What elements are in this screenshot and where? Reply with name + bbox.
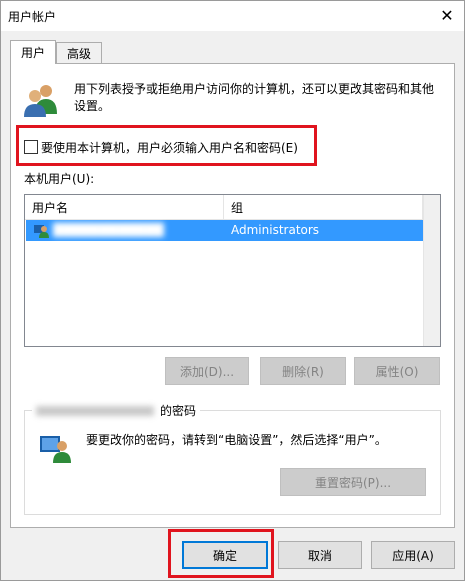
column-header-group[interactable]: 组 (224, 195, 423, 220)
apply-label: 应用(A) (392, 548, 434, 563)
close-button[interactable]: ✕ (430, 1, 464, 29)
title-bar (1, 1, 464, 31)
reset-password-button[interactable]: 重置密码(P)... (280, 468, 426, 496)
remove-user-label: 删除(R) (282, 364, 324, 379)
tab-users[interactable]: 用户 (10, 40, 56, 64)
password-group-title: 的密码 (32, 402, 201, 419)
cancel-label: 取消 (307, 548, 332, 563)
user-icon (33, 222, 49, 238)
users-icon (22, 82, 62, 118)
list-header: 用户名 组 (25, 195, 423, 220)
column-username-label: 用户名 (32, 201, 69, 215)
properties-label: 属性(O) (375, 364, 419, 379)
row-username: ████████████ (53, 223, 164, 237)
tab-advanced[interactable]: 高级 (56, 42, 102, 64)
password-user-icon (38, 432, 74, 464)
list-scrollbar[interactable] (423, 195, 440, 346)
apply-button[interactable]: 应用(A) (371, 541, 455, 569)
remove-user-button[interactable]: 删除(R) (260, 357, 346, 385)
column-group-label: 组 (231, 201, 244, 215)
local-users-label: 本机用户(U): (24, 172, 95, 186)
properties-button[interactable]: 属性(O) (354, 357, 440, 385)
close-icon: ✕ (440, 5, 454, 25)
highlight-checkbox-box (16, 125, 317, 166)
add-user-label: 添加(D)... (179, 364, 235, 379)
description-text: 用下列表授予或拒绝用户访问你的计算机，还可以更改其密码和其他设置。 (74, 82, 435, 113)
highlight-ok-box (168, 529, 274, 578)
tab-users-label: 用户 (20, 46, 45, 60)
column-header-username[interactable]: 用户名 (25, 195, 224, 220)
password-message: 要更改你的密码，请转到“电脑设置”，然后选择“用户”。 (86, 433, 387, 447)
redacted-username (36, 405, 154, 416)
password-group-title-suffix: 的密码 (160, 404, 197, 418)
window-title: 用户帐户 (8, 10, 57, 24)
add-user-button[interactable]: 添加(D)... (165, 357, 249, 385)
password-group (24, 410, 441, 515)
users-list[interactable]: 用户名 组 ████████████ Administrators (24, 194, 441, 347)
tab-advanced-label: 高级 (66, 47, 91, 61)
table-row[interactable]: ████████████ Administrators (26, 220, 423, 241)
cancel-button[interactable]: 取消 (278, 541, 362, 569)
reset-password-label: 重置密码(P)... (314, 475, 392, 490)
row-group: Administrators (231, 223, 320, 237)
